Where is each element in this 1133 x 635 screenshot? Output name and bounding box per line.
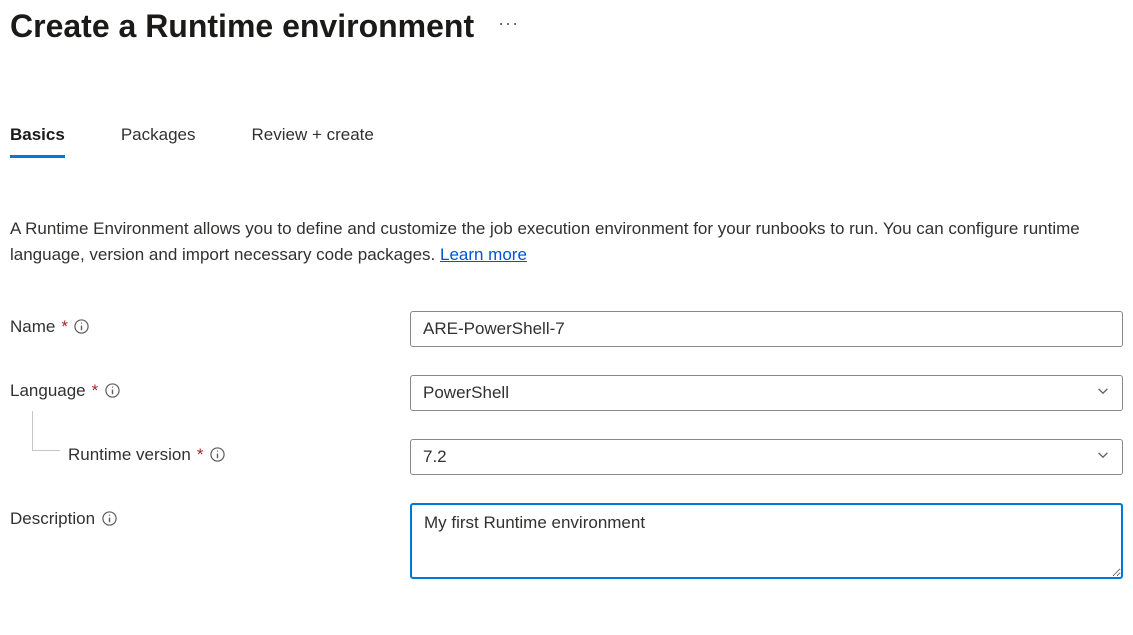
- tabs: Basics Packages Review + create: [10, 125, 1123, 158]
- tree-connector: [32, 411, 60, 451]
- description-label-text: Description: [10, 509, 95, 529]
- form: Name * Language * PowerShell: [10, 311, 1123, 584]
- name-label-text: Name: [10, 317, 55, 337]
- info-icon[interactable]: [101, 511, 117, 527]
- language-label: Language *: [10, 375, 410, 401]
- required-indicator: *: [61, 317, 68, 337]
- name-label: Name *: [10, 311, 410, 337]
- chevron-down-icon: [1096, 447, 1110, 467]
- learn-more-link[interactable]: Learn more: [440, 245, 527, 264]
- more-actions-button[interactable]: ···: [498, 13, 519, 40]
- runtime-version-select[interactable]: 7.2: [410, 439, 1123, 475]
- runtime-version-label-text: Runtime version: [68, 445, 191, 465]
- language-value: PowerShell: [423, 383, 509, 403]
- description-label: Description: [10, 503, 410, 529]
- required-indicator: *: [92, 381, 99, 401]
- name-input[interactable]: [410, 311, 1123, 347]
- page-title: Create a Runtime environment: [10, 8, 474, 45]
- intro-text: A Runtime Environment allows you to defi…: [10, 216, 1110, 269]
- language-label-text: Language: [10, 381, 86, 401]
- chevron-down-icon: [1096, 383, 1110, 403]
- tab-packages[interactable]: Packages: [121, 125, 196, 158]
- info-icon[interactable]: [74, 319, 90, 335]
- intro-text-content: A Runtime Environment allows you to defi…: [10, 219, 1080, 264]
- runtime-version-label: Runtime version *: [10, 439, 410, 465]
- language-select[interactable]: PowerShell: [410, 375, 1123, 411]
- description-input[interactable]: [410, 503, 1123, 579]
- required-indicator: *: [197, 445, 204, 465]
- tab-basics[interactable]: Basics: [10, 125, 65, 158]
- info-icon[interactable]: [209, 447, 225, 463]
- tab-review-create[interactable]: Review + create: [252, 125, 374, 158]
- runtime-version-value: 7.2: [423, 447, 447, 467]
- info-icon[interactable]: [104, 383, 120, 399]
